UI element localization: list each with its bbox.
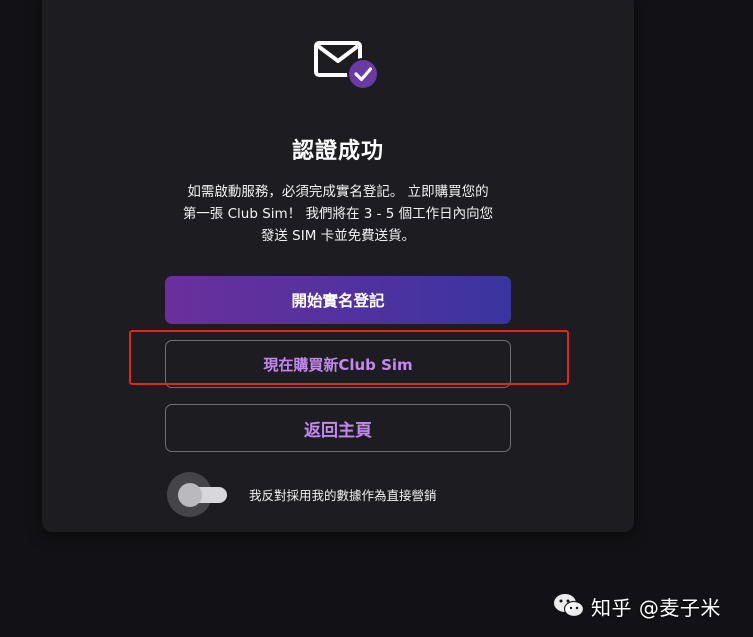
page-title: 認證成功 (291, 139, 384, 164)
back-home-button[interactable]: 返回主頁 (165, 404, 511, 452)
marketing-toggle-label: 我反對採用我的數據作為直接營銷 (249, 488, 437, 503)
buy-club-sim-button[interactable]: 現在購買新Club Sim (165, 340, 511, 388)
wechat-icon (554, 594, 585, 618)
watermark: 知乎 @麦子米 (553, 586, 748, 626)
marketing-toggle[interactable] (166, 472, 234, 518)
mail-check-icon (314, 41, 379, 90)
toggle-knob[interactable] (178, 483, 202, 507)
description-text: 如需啟動服務，必須完成實名登記。 立即購買您的 第一張 Club Sim！ 我們… (182, 184, 494, 244)
start-registration-button[interactable]: 開始實名登記 (165, 276, 511, 324)
watermark-text: 知乎 @麦子米 (591, 595, 721, 620)
